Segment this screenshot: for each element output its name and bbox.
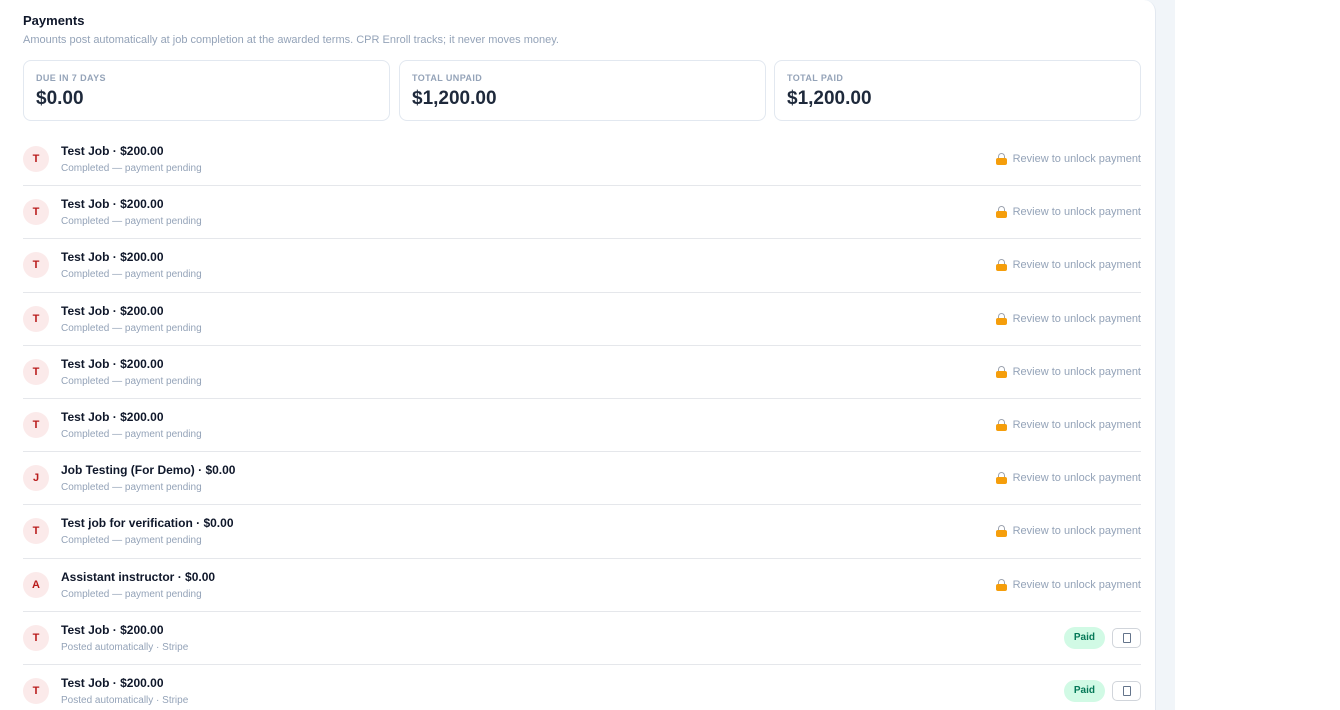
right-side-panel (1175, 0, 1340, 710)
payment-row[interactable]: T Test Job · $200.00 Completed — payment… (23, 346, 1141, 399)
payment-status-text: Completed — payment pending (61, 482, 202, 494)
lock-icon (995, 418, 1007, 431)
paid-badge: Paid (1063, 626, 1105, 649)
payments-list: T Test Job · $200.00 Completed — payment… (23, 133, 1141, 710)
payment-status-text: Completed — payment pending (61, 269, 202, 281)
lock-icon (995, 525, 1007, 538)
lock-icon (995, 365, 1007, 378)
review-link-label: Review to unlock payment (1012, 418, 1141, 431)
payment-title: Test Job · $200.00 (61, 144, 164, 158)
payment-title: Test Job · $200.00 (61, 197, 164, 212)
review-to-unlock-link[interactable]: Review to unlock payment (995, 472, 1141, 485)
review-to-unlock-link[interactable]: Review to unlock payment (995, 259, 1141, 272)
review-link-label: Review to unlock payment (1012, 312, 1141, 325)
payment-title: Test Job · $200.00 (61, 303, 164, 318)
lock-icon (995, 312, 1007, 325)
avatar: T (23, 518, 49, 545)
review-to-unlock-link[interactable]: Review to unlock payment (995, 418, 1141, 431)
payments-card: Payments Amounts post automatically at j… (0, 0, 1156, 710)
avatar: A (23, 571, 49, 598)
stat-value: $1,200.00 (787, 88, 872, 109)
payment-title: Assistant instructor · $0.00 (61, 569, 216, 584)
avatar: T (23, 146, 49, 172)
avatar: T (23, 305, 49, 332)
payment-status-text: Completed — payment pending (61, 428, 202, 440)
payment-status-text: Completed — payment pending (61, 535, 202, 547)
review-link-label: Review to unlock payment (1012, 365, 1141, 378)
review-link-label: Review to unlock payment (1012, 153, 1141, 165)
stat-label: TOTAL PAID (787, 73, 844, 83)
page-subtitle: Amounts post automatically at job comple… (23, 34, 559, 46)
payment-status-text: Completed — payment pending (61, 216, 202, 228)
payment-row[interactable]: T Test Job · $200.00 Completed — payment… (23, 399, 1141, 453)
stat-label: TOTAL UNPAID (412, 73, 483, 83)
avatar: T (23, 358, 49, 385)
review-link-label: Review to unlock payment (1012, 259, 1141, 272)
payment-title: Test job for verification · $0.00 (61, 516, 234, 531)
payment-title: Test Job · $200.00 (61, 250, 164, 265)
payment-row[interactable]: T Test Job · $200.00 Completed — payment… (23, 133, 1141, 187)
payment-status-text: Completed — payment pending (61, 322, 202, 334)
receipt-button[interactable] (1112, 627, 1141, 648)
payment-status-text: Posted automatically · Stripe (61, 641, 189, 653)
payment-title: Test Job · $200.00 (61, 409, 164, 424)
payment-title: Test Job · $200.00 (61, 622, 164, 637)
page-title: Payments (23, 13, 85, 28)
avatar: T (23, 199, 49, 226)
payment-row[interactable]: J Job Testing (For Demo) · $0.00 Complet… (23, 452, 1141, 506)
avatar: T (23, 677, 49, 704)
review-link-label: Review to unlock payment (1012, 525, 1141, 538)
stat-due-7-days: DUE IN 7 DAYS $0.00 (23, 60, 390, 121)
avatar: T (23, 624, 49, 651)
payment-status-text: Completed — payment pending (61, 163, 202, 174)
payment-row[interactable]: T Test Job · $200.00 Posted automaticall… (23, 612, 1141, 665)
avatar: T (23, 411, 49, 438)
lock-icon (995, 153, 1007, 165)
lock-icon (995, 259, 1007, 272)
review-to-unlock-link[interactable]: Review to unlock payment (995, 578, 1141, 591)
stat-value: $0.00 (36, 88, 84, 109)
payment-row[interactable]: T Test Job · $200.00 Completed — payment… (23, 293, 1141, 346)
paid-actions: Paid (1063, 626, 1141, 649)
review-link-label: Review to unlock payment (1012, 578, 1141, 591)
payment-title: Test Job · $200.00 (61, 675, 164, 690)
avatar: J (23, 465, 49, 492)
payment-row[interactable]: T Test Job · $200.00 Completed — payment… (23, 239, 1141, 293)
lock-icon (995, 578, 1007, 591)
stat-label: DUE IN 7 DAYS (36, 73, 106, 83)
paid-badge: Paid (1063, 679, 1105, 702)
review-to-unlock-link[interactable]: Review to unlock payment (995, 206, 1141, 219)
stat-total-unpaid: TOTAL UNPAID $1,200.00 (399, 60, 766, 121)
payment-title: Job Testing (For Demo) · $0.00 (61, 463, 236, 478)
payment-title: Test Job · $200.00 (61, 356, 164, 371)
receipt-icon (1123, 685, 1131, 696)
payment-row[interactable]: T Test Job · $200.00 Completed — payment… (23, 186, 1141, 240)
payment-row[interactable]: T Test job for verification · $0.00 Comp… (23, 505, 1141, 559)
payment-status-text: Completed — payment pending (61, 375, 202, 387)
payment-row[interactable]: A Assistant instructor · $0.00 Completed… (23, 559, 1141, 612)
receipt-icon (1123, 632, 1131, 643)
payment-status-text: Posted automatically · Stripe (61, 694, 189, 706)
avatar: T (23, 252, 49, 279)
paid-actions: Paid (1063, 679, 1141, 702)
review-to-unlock-link[interactable]: Review to unlock payment (995, 525, 1141, 538)
stat-value: $1,200.00 (412, 88, 497, 109)
review-link-label: Review to unlock payment (1012, 206, 1141, 219)
review-link-label: Review to unlock payment (1012, 472, 1141, 485)
review-to-unlock-link[interactable]: Review to unlock payment (995, 153, 1141, 165)
review-to-unlock-link[interactable]: Review to unlock payment (995, 312, 1141, 325)
receipt-button[interactable] (1112, 680, 1141, 701)
payment-status-text: Completed — payment pending (61, 588, 202, 600)
review-to-unlock-link[interactable]: Review to unlock payment (995, 365, 1141, 378)
stats-row: DUE IN 7 DAYS $0.00 TOTAL UNPAID $1,200.… (23, 60, 1141, 121)
payment-row[interactable]: T Test Job · $200.00 Posted automaticall… (23, 665, 1141, 710)
lock-icon (995, 206, 1007, 219)
lock-icon (995, 472, 1007, 485)
stat-total-paid: TOTAL PAID $1,200.00 (774, 60, 1141, 121)
